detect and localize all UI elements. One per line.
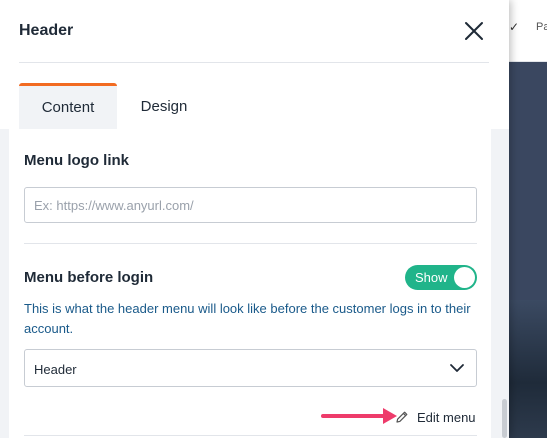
close-icon[interactable] bbox=[463, 20, 485, 42]
background-tab-label: Pa bbox=[536, 21, 547, 33]
settings-card: Menu logo link Menu before login Show Th… bbox=[9, 129, 491, 438]
background-app: ✓ Pa bbox=[509, 0, 547, 438]
pencil-icon bbox=[396, 411, 408, 423]
scrollbar-thumb[interactable] bbox=[502, 399, 507, 438]
header-divider bbox=[19, 62, 489, 63]
menu-before-login-help: This is what the header menu will look l… bbox=[24, 301, 471, 336]
annotation-arrow-icon bbox=[321, 408, 397, 424]
scroll-area: Menu logo link Menu before login Show Th… bbox=[0, 129, 509, 438]
tab-content[interactable]: Content bbox=[19, 83, 117, 129]
header-settings-panel: Header Content Design Menu logo link Men… bbox=[0, 0, 509, 438]
toggle-knob bbox=[454, 267, 475, 288]
background-image bbox=[509, 300, 547, 438]
panel-header: Header bbox=[0, 0, 509, 62]
menu-select[interactable]: Header bbox=[24, 349, 477, 387]
section-divider bbox=[24, 435, 477, 436]
menu-before-login-title: Menu before login bbox=[24, 269, 154, 286]
edit-menu-link[interactable]: Edit menu bbox=[395, 407, 476, 427]
toggle-label: Show bbox=[415, 270, 448, 285]
tab-design[interactable]: Design bbox=[117, 83, 211, 129]
menu-logo-link-title: Menu logo link bbox=[24, 152, 129, 169]
panel-tabs: Content Design bbox=[19, 83, 489, 129]
scrollbar[interactable] bbox=[500, 129, 509, 438]
menu-before-login-toggle[interactable]: Show bbox=[405, 265, 477, 290]
chevron-down-icon bbox=[450, 364, 464, 372]
menu-select-value: Header bbox=[34, 362, 77, 377]
check-icon: ✓ bbox=[509, 20, 520, 34]
section-divider bbox=[24, 243, 477, 244]
background-topbar: ✓ Pa bbox=[509, 0, 547, 62]
menu-logo-link-input[interactable] bbox=[24, 187, 477, 223]
panel-title: Header bbox=[19, 22, 74, 39]
edit-menu-label: Edit menu bbox=[417, 409, 476, 425]
